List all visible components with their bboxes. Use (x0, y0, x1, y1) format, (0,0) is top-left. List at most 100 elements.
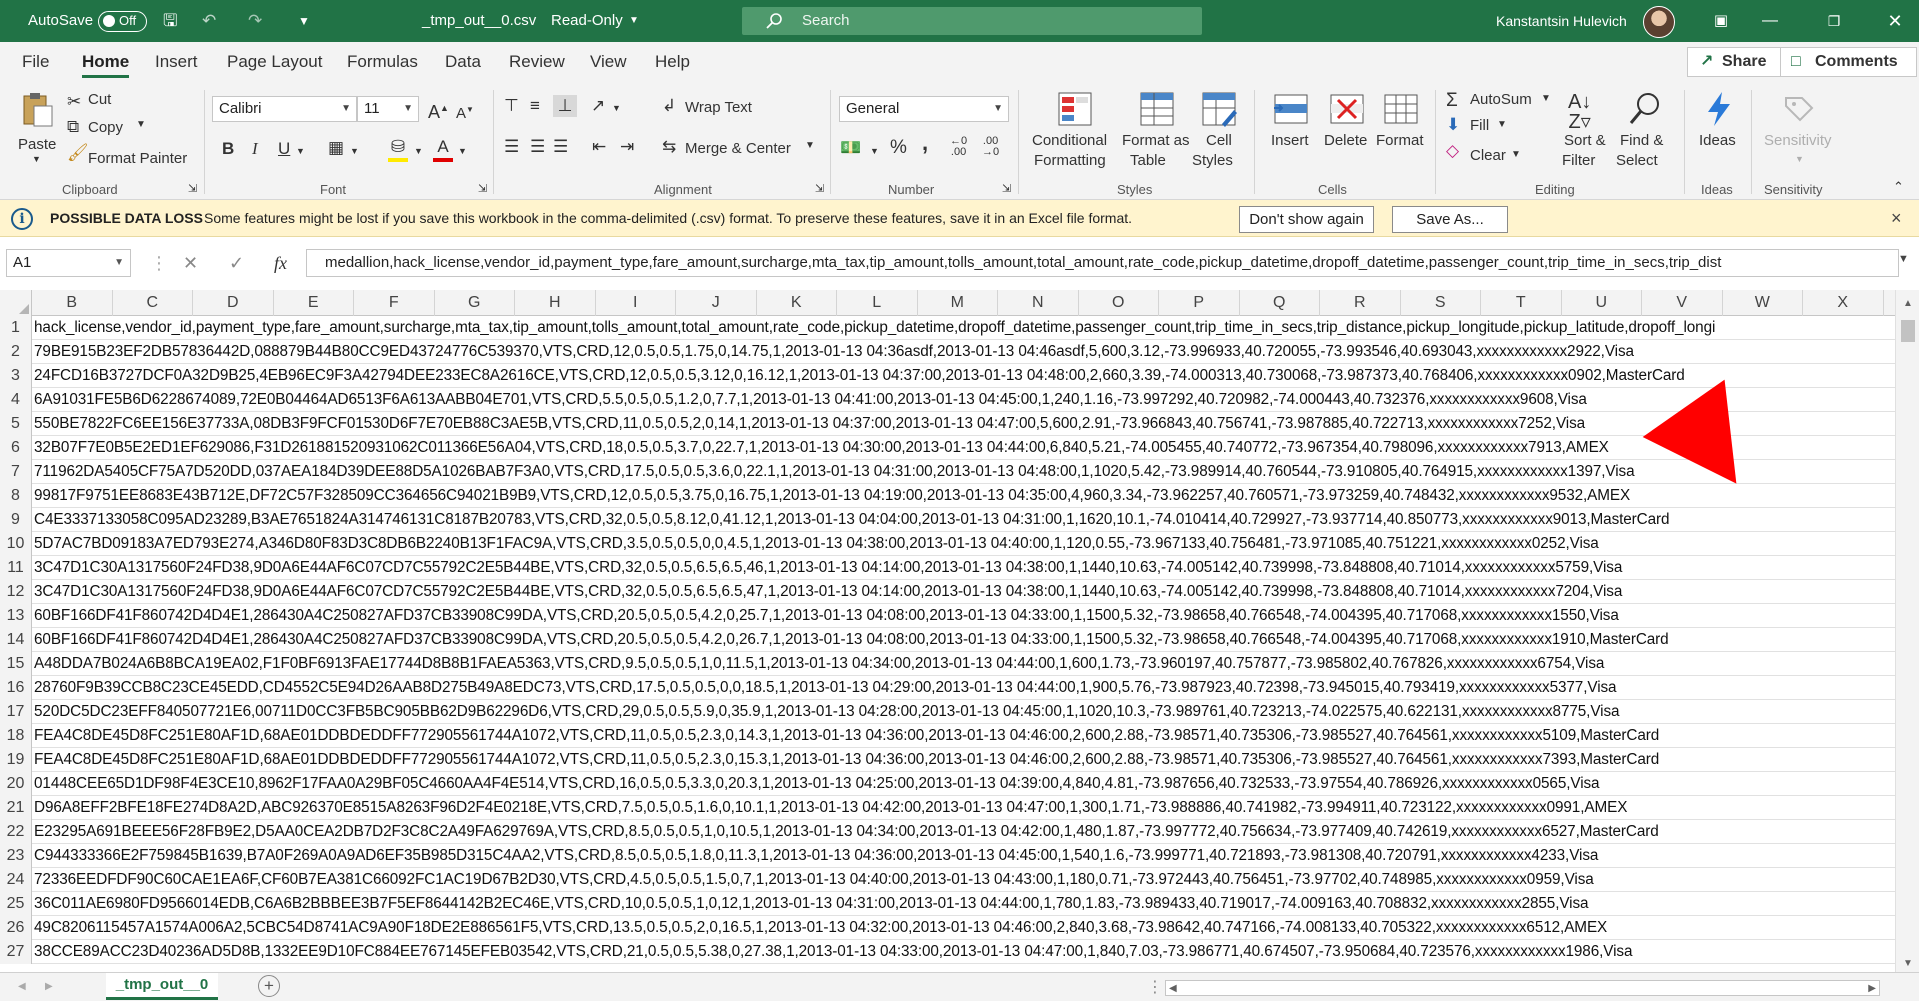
row-header[interactable]: 9 (0, 508, 32, 532)
bold-button[interactable]: B (222, 138, 234, 160)
row-header[interactable]: 27 (0, 940, 32, 964)
formula-input[interactable]: medallion,hack_license,vendor_id,payment… (306, 249, 1899, 277)
italic-button[interactable]: I (252, 138, 258, 160)
customize-qat-icon[interactable]: ▼ (298, 9, 310, 33)
tab-help[interactable]: Help (655, 42, 690, 82)
save-icon[interactable]: 🖫 (163, 9, 177, 33)
align-left-icon[interactable]: ☰ (504, 136, 519, 158)
tab-data[interactable]: Data (445, 42, 481, 82)
sensitivity-button[interactable]: Sensitivity ▼ (1758, 88, 1840, 178)
fill-button[interactable]: Fill (1470, 117, 1489, 134)
merge-center-button[interactable]: Merge & Center (685, 140, 791, 157)
column-header[interactable]: R (1320, 290, 1401, 316)
cell-value[interactable]: 28760F9B39CCB8C23CE45EDD,CD4552C5E94D26A… (34, 676, 1617, 700)
column-header[interactable]: T (1481, 290, 1562, 316)
ribbon-display-icon[interactable]: ▣ (1698, 0, 1744, 42)
wrap-text-icon[interactable]: ↲ (662, 95, 676, 117)
autosave-toggle[interactable]: Off (98, 11, 147, 32)
row-header[interactable]: 22 (0, 820, 32, 844)
underline-button[interactable]: U (278, 138, 290, 160)
cell-value[interactable]: 3C47D1C30A1317560F24FD38,9D0A6E44AF6C07C… (34, 580, 1622, 604)
cell-value[interactable]: 550BE7822FC6EE156E37733A,08DB3F9FCF01530… (34, 412, 1585, 436)
row-header[interactable]: 26 (0, 916, 32, 940)
merge-chevron-icon[interactable]: ▼ (805, 140, 815, 151)
search-box[interactable]: Search (742, 7, 1202, 35)
decrease-indent-icon[interactable]: ⇤ (592, 136, 606, 158)
row-header[interactable]: 2 (0, 340, 32, 364)
percent-button[interactable]: % (890, 137, 907, 159)
font-color-chevron-icon[interactable]: ▼ (458, 140, 467, 162)
number-format-select[interactable]: General ▼ (839, 96, 1009, 122)
orientation-chevron-icon[interactable]: ▼ (612, 97, 621, 119)
horizontal-scrollbar[interactable]: ◀ ▶ (1165, 980, 1880, 996)
cell-value[interactable]: 49C8206115457A1574A006A2,5CBC54D8741AC9A… (34, 916, 1607, 940)
cell-value[interactable]: C944333366E2F759845B1639,B7A0F269A0A9AD6… (34, 844, 1598, 868)
row-header[interactable]: 15 (0, 652, 32, 676)
vertical-scrollbar[interactable]: ▲ ▼ (1895, 290, 1919, 972)
row-header[interactable]: 24 (0, 868, 32, 892)
underline-chevron-icon[interactable]: ▼ (296, 140, 305, 162)
tab-view[interactable]: View (590, 42, 627, 82)
column-header[interactable]: E (274, 290, 354, 316)
format-as-table-button[interactable]: Format as Table (1122, 88, 1194, 178)
cell-value[interactable]: 520DC5DC23EFF840507721E6,00711D0CC3FB5BC… (34, 700, 1620, 724)
cell-value[interactable]: E23295A691BEEE56F28FB9E2,D5AA0CEA2DB7D2F… (34, 820, 1659, 844)
tab-formulas[interactable]: Formulas (347, 42, 418, 82)
fill-icon[interactable]: ⬇ (1446, 114, 1460, 136)
tab-home[interactable]: Home (82, 42, 130, 82)
collapse-ribbon-icon[interactable]: ⌃ (1893, 176, 1904, 198)
cell-value[interactable]: A48DDA7B024A6B8BCA19EA02,F1F0BF6913FAE17… (34, 652, 1604, 676)
sort-filter-button[interactable]: A↓ Z▿ Sort & Filter (1560, 88, 1610, 178)
row-header[interactable]: 5 (0, 412, 32, 436)
prev-sheet-icon[interactable]: ◀ (18, 981, 26, 992)
scroll-down-icon[interactable]: ▼ (1903, 958, 1913, 969)
cell-value[interactable]: 3C47D1C30A1317560F24FD38,9D0A6E44AF6C07C… (34, 556, 1622, 580)
format-painter-button[interactable]: Format Painter (88, 150, 187, 167)
dont-show-again-button[interactable]: Don't show again (1239, 206, 1374, 233)
cell-value[interactable]: 72336EEDFDF90C60CAE1EA6F,CF60B7EA381C660… (34, 868, 1594, 892)
more-options-icon[interactable]: ⋮ (150, 249, 168, 277)
row-header[interactable]: 17 (0, 700, 32, 724)
column-header[interactable]: N (998, 290, 1079, 316)
cut-button[interactable]: Cut (88, 91, 111, 108)
cell-value[interactable]: hack_license,vendor_id,payment_type,fare… (34, 316, 1715, 340)
row-header[interactable]: 21 (0, 796, 32, 820)
conditional-formatting-button[interactable]: Conditional Formatting (1030, 88, 1120, 178)
fill-chevron-icon[interactable]: ▼ (414, 140, 423, 162)
name-box[interactable]: A1 ▼ (6, 249, 131, 277)
column-header[interactable]: O (1079, 290, 1159, 316)
row-header[interactable]: 19 (0, 748, 32, 772)
ideas-button[interactable]: Ideas (1694, 88, 1744, 178)
column-header[interactable]: F (354, 290, 435, 316)
column-header[interactable]: C (113, 290, 193, 316)
cell-value[interactable]: 60BF166DF41F860742D4D4E1,286430A4C250827… (34, 628, 1669, 652)
align-center-icon[interactable]: ☰ (530, 136, 545, 158)
row-header[interactable]: 1 (0, 316, 32, 340)
row-header[interactable]: 11 (0, 556, 32, 580)
delete-cells-button[interactable]: Delete (1320, 88, 1372, 178)
row-header[interactable]: 14 (0, 628, 32, 652)
row-header[interactable]: 16 (0, 676, 32, 700)
undo-icon[interactable]: ↶ (202, 9, 216, 33)
decrease-decimal-icon[interactable]: .00 →0 (982, 136, 999, 158)
row-header[interactable]: 4 (0, 388, 32, 412)
column-header[interactable]: S (1401, 290, 1481, 316)
cell-value[interactable]: C4E3337133058C095AD23289,B3AE7651824A314… (34, 508, 1670, 532)
restore-icon[interactable]: ❐ (1811, 0, 1857, 42)
spreadsheet-grid[interactable]: BCDEFGHIJKLMNOPQRSTUVWX 1 hack_license,ve… (0, 290, 1919, 972)
row-header[interactable]: 12 (0, 580, 32, 604)
column-header[interactable]: B (32, 290, 113, 316)
accounting-chevron-icon[interactable]: ▼ (870, 140, 879, 162)
save-as-button[interactable]: Save As... (1392, 206, 1508, 233)
column-header[interactable]: M (918, 290, 998, 316)
column-header[interactable]: U (1562, 290, 1642, 316)
share-button[interactable]: ↗ Share (1687, 47, 1793, 77)
cell-value[interactable]: 38CCE89ACC23D40236AD5D8B,1332EE9D10FC884… (34, 940, 1632, 964)
autosum-chevron-icon[interactable]: ▼ (1541, 93, 1551, 104)
format-cells-button[interactable]: Format (1374, 88, 1430, 178)
select-all-button[interactable] (0, 290, 32, 316)
alignment-launcher-icon[interactable]: ⇲ (815, 178, 824, 200)
comments-button[interactable]: □ Comments (1780, 47, 1917, 77)
cancel-icon[interactable]: ✕ (183, 249, 198, 277)
column-header[interactable]: G (435, 290, 515, 316)
